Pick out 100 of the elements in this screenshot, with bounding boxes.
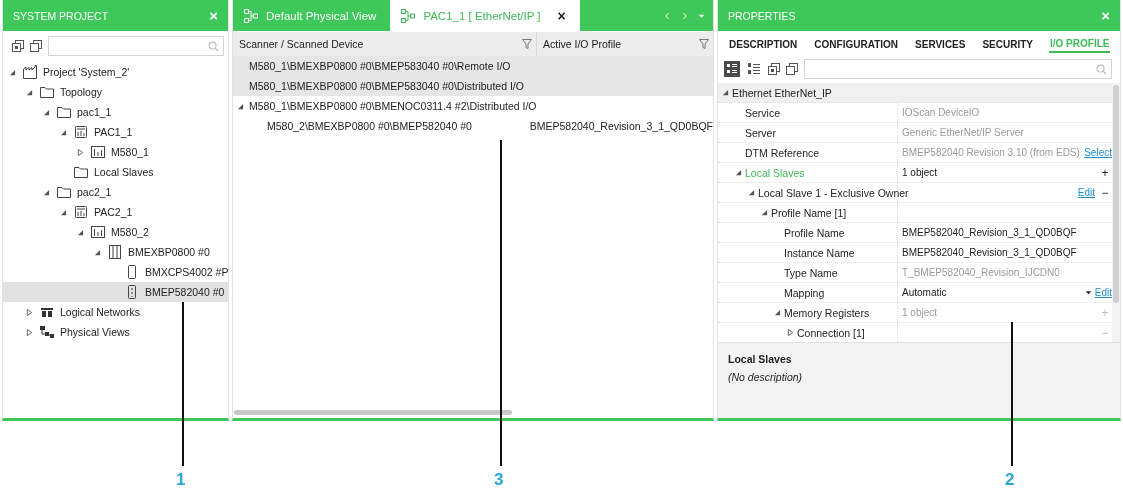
properties-tab[interactable]: DESCRIPTION [728, 37, 799, 53]
callout-number: 3 [494, 470, 504, 490]
expand-arrow-icon[interactable] [26, 308, 33, 316]
property-name[interactable]: Instance Name [784, 246, 855, 259]
row-action-button[interactable]: − [1098, 185, 1112, 200]
filter-icon[interactable] [522, 39, 532, 49]
collapse-arrow-icon[interactable] [748, 189, 755, 196]
categorized-view-icon[interactable] [724, 61, 740, 77]
tree-item[interactable]: Topology [3, 82, 228, 102]
collapse-arrow-icon[interactable] [60, 128, 67, 136]
cpu-icon [90, 144, 106, 160]
close-tab-button[interactable]: × [557, 7, 566, 24]
table-cell: M580_1\BMEXBP0800 #0\BMEP583040 #0\Distributed I/O [249, 80, 524, 92]
collapse-arrow-icon[interactable] [9, 68, 16, 76]
table-row[interactable]: M580_2\BMEXBP0800 #0\BMEP582040 #0 BMEP582040_Revision_3_1_QD0BQF [233, 116, 713, 136]
callout-number: 1 [176, 470, 186, 490]
property-value: Generic EtherNet/IP Server [902, 127, 1025, 138]
callout-number: 2 [1005, 470, 1015, 490]
edit-link[interactable]: Edit [1094, 287, 1112, 298]
expand-icon[interactable] [786, 63, 798, 75]
factory-icon [22, 64, 38, 80]
properties-tab[interactable]: CONFIGURATION [813, 37, 900, 53]
cpu-icon [90, 224, 106, 240]
expand-arrow-icon[interactable] [26, 328, 33, 336]
collapse-arrow-icon[interactable] [722, 89, 729, 96]
collapse-arrow-icon[interactable] [761, 209, 768, 216]
table-cell: M580_1\BMEXBP0800 #0\BMEP583040 #0\Remote I/O [249, 60, 511, 72]
panel-title: SYSTEM PROJECT [13, 9, 109, 22]
scrollbar-thumb[interactable] [234, 410, 512, 415]
collapse-arrow-icon[interactable] [94, 248, 101, 256]
properties-tab[interactable]: SECURITY [981, 37, 1034, 53]
panel-title: PROPERTIES [728, 9, 796, 22]
property-name[interactable]: Profile Name [784, 226, 845, 239]
tree-item[interactable]: PAC1_1 [3, 122, 228, 142]
folder-icon [73, 164, 89, 180]
property-value: BMEP582040_Revision_3_1_QD0BQF [902, 227, 1078, 238]
tree-item[interactable]: Project 'System_2' [3, 62, 228, 82]
table-row[interactable]: M580_1\BMEXBP0800 #0\BMENOC0311.4 #2\Distributed I/O [233, 96, 713, 116]
network-icon [400, 7, 417, 24]
property-value: 1 object [902, 167, 939, 178]
property-value: IOScan DeviceIO [902, 107, 981, 118]
folder-icon [39, 84, 55, 100]
collapse-arrow-icon[interactable] [43, 108, 50, 116]
tree-item[interactable]: pac2_1 [3, 182, 228, 202]
collapse-arrow-icon[interactable] [43, 188, 50, 196]
dropdown-arrow-icon[interactable] [1084, 289, 1092, 296]
tree-item[interactable]: Logical Networks [3, 302, 228, 322]
property-name[interactable]: Mapping [784, 286, 825, 299]
hierarchy-icon [39, 324, 55, 340]
controller-icon [73, 124, 89, 140]
search-icon [208, 40, 219, 52]
property-name[interactable]: Profile Name [1] [771, 206, 847, 219]
table-cell: M580_2\BMEXBP0800 #0\BMEP582040 #0 [267, 120, 472, 132]
property-value: BMEP582040 Revision 3.10 (from EDS) [902, 147, 1081, 158]
tree-item[interactable]: M580_2 [3, 222, 228, 242]
collapse-arrow-icon[interactable] [77, 228, 84, 236]
description-text: (No description) [728, 371, 804, 383]
folder-icon [56, 184, 72, 200]
tree-item[interactable]: PAC2_1 [3, 202, 228, 222]
collapse-icon[interactable] [768, 63, 780, 75]
collapse-arrow-icon[interactable] [26, 88, 33, 96]
expand-icon[interactable] [30, 40, 42, 52]
column-header[interactable]: Active I/O Profile [537, 32, 713, 56]
collapse-icon[interactable] [12, 40, 24, 52]
tree-item[interactable]: BMEP582040 #0 [3, 282, 228, 302]
property-value: T_BMEP582040_Revision_IJCDN0 [902, 267, 1061, 278]
property-value: 1 object [902, 307, 939, 318]
table-row[interactable]: M580_1\BMEXBP0800 #0\BMEP583040 #0\Remote I/O [233, 56, 713, 76]
collapse-arrow-icon[interactable] [60, 208, 67, 216]
tree-item[interactable]: BMEXBP0800 #0 [3, 242, 228, 262]
rack-icon [107, 244, 123, 260]
network-icon [243, 7, 259, 24]
search-field[interactable] [804, 59, 1112, 79]
tree-item[interactable]: M580_1 [3, 142, 228, 162]
controller-icon [73, 204, 89, 220]
table-row[interactable]: M580_1\BMEXBP0800 #0\BMEP583040 #0\Distributed I/O [233, 76, 713, 96]
search-field[interactable] [48, 36, 224, 56]
tree-item[interactable]: Physical Views [3, 322, 228, 342]
sort-alphabetical-icon[interactable] [746, 61, 762, 77]
expand-arrow-icon[interactable] [77, 148, 84, 156]
table-cell: M580_1\BMEXBP0800 #0\BMENOC0311.4 #2\Distributed I/O [249, 100, 537, 112]
collapse-arrow-icon[interactable] [237, 102, 244, 110]
tree-item[interactable]: Local Slaves [3, 162, 228, 182]
table-cell: BMEP582040_Revision_3_1_QD0BQF [529, 120, 713, 132]
scrollbar-thumb[interactable] [1113, 85, 1119, 303]
tree-item[interactable]: pac1_1 [3, 102, 228, 122]
dropdown-field[interactable]: Automatic [902, 287, 1082, 298]
properties-tab[interactable]: SERVICES [914, 37, 967, 53]
property-name[interactable]: Local Slave 1 - Exclusive Owner [758, 186, 909, 199]
property-value: BMEP582040_Revision_3_1_QD0BQF [902, 247, 1078, 258]
collapse-arrow-icon[interactable] [735, 169, 742, 176]
property-name[interactable]: Ethernet EtherNet_IP [732, 86, 832, 99]
search-icon [1096, 63, 1107, 75]
edit-link[interactable]: Edit [1077, 187, 1095, 198]
editor-tab[interactable]: PAC1_1 [ EtherNet/IP ] × [390, 0, 580, 31]
row-action-button[interactable]: + [1098, 165, 1112, 180]
filter-icon[interactable] [699, 39, 709, 49]
tree-item[interactable]: BMXCPS4002 #P [3, 262, 228, 282]
description-title: Local Slaves [728, 353, 793, 365]
folder-icon [56, 104, 72, 120]
